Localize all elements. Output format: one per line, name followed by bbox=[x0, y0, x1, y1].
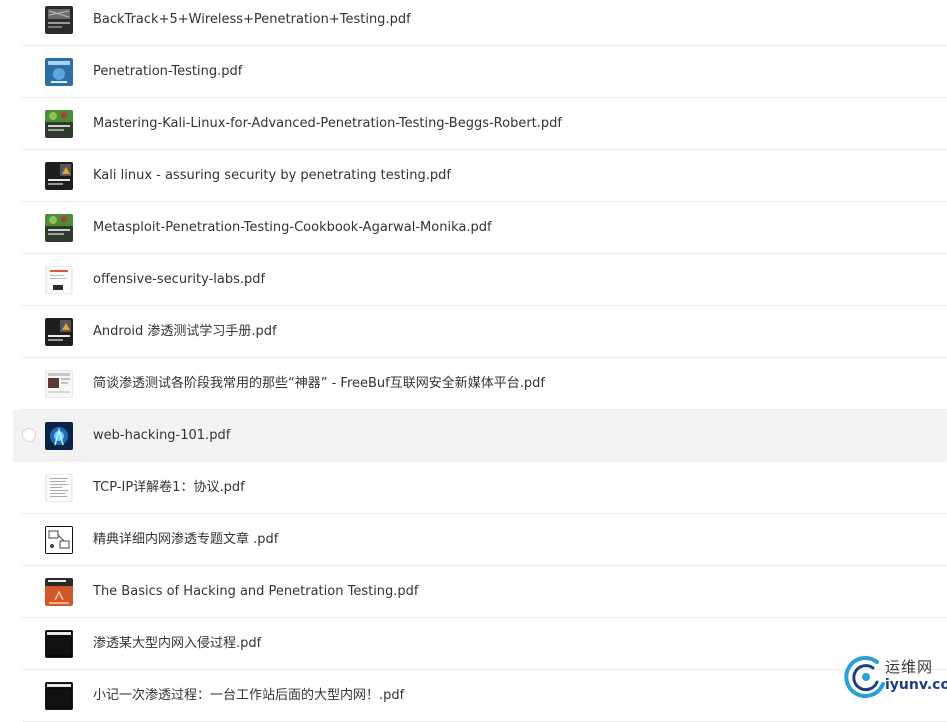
file-name[interactable]: 简谈渗透测试各阶段我常用的那些“神器” - FreeBuf互联网安全新媒体平台.… bbox=[93, 358, 545, 410]
file-row[interactable]: Mastering-Kali-Linux-for-Advanced-Penetr… bbox=[0, 98, 947, 150]
select-radio[interactable] bbox=[22, 428, 36, 442]
file-row[interactable]: 简谈渗透测试各阶段我常用的那些“神器” - FreeBuf互联网安全新媒体平台.… bbox=[0, 358, 947, 410]
file-name[interactable]: 小记一次渗透过程：一台工作站后面的大型内网！.pdf bbox=[93, 670, 404, 722]
black-screen-icon bbox=[45, 630, 73, 658]
file-name[interactable]: web-hacking-101.pdf bbox=[93, 410, 230, 462]
file-row[interactable]: The Basics of Hacking and Penetration Te… bbox=[0, 566, 947, 618]
file-row[interactable]: Android 渗透测试学习手册.pdf bbox=[0, 306, 947, 358]
file-row[interactable]: 小记一次渗透过程：一台工作站后面的大型内网！.pdf bbox=[0, 670, 947, 722]
file-row[interactable]: TCP-IP详解卷1：协议.pdf bbox=[0, 462, 947, 514]
dark-book-cover-icon bbox=[45, 318, 73, 346]
file-name[interactable]: BackTrack+5+Wireless+Penetration+Testing… bbox=[93, 0, 411, 46]
black-screen-icon bbox=[45, 682, 73, 710]
file-name[interactable]: Android 渗透测试学习手册.pdf bbox=[93, 306, 277, 358]
file-name[interactable]: The Basics of Hacking and Penetration Te… bbox=[93, 566, 419, 618]
file-name[interactable]: 渗透某大型内网入侵过程.pdf bbox=[93, 618, 261, 670]
blue-book-cover-icon bbox=[45, 58, 73, 86]
watermark-en-text: iyunv.com bbox=[885, 677, 947, 693]
file-name[interactable]: offensive-security-labs.pdf bbox=[93, 254, 265, 306]
bt5-cover-icon bbox=[45, 6, 73, 34]
file-row[interactable]: BackTrack+5+Wireless+Penetration+Testing… bbox=[0, 0, 947, 46]
file-name[interactable]: Kali linux - assuring security by penetr… bbox=[93, 150, 451, 202]
file-row[interactable]: Penetration-Testing.pdf bbox=[0, 46, 947, 98]
dark-book-cover-icon bbox=[45, 162, 73, 190]
webpage-screenshot-icon bbox=[45, 370, 73, 398]
file-row[interactable]: Kali linux - assuring security by penetr… bbox=[0, 150, 947, 202]
green-book-cover-icon bbox=[45, 110, 73, 138]
file-row[interactable]: offensive-security-labs.pdf bbox=[0, 254, 947, 306]
file-name[interactable]: TCP-IP详解卷1：协议.pdf bbox=[93, 462, 245, 514]
file-row[interactable]: web-hacking-101.pdf bbox=[13, 410, 947, 462]
document-page-icon bbox=[45, 266, 73, 294]
file-name[interactable]: Metasploit-Penetration-Testing-Cookbook-… bbox=[93, 202, 492, 254]
watermark-logo-icon bbox=[844, 656, 885, 698]
site-watermark: 运维网 iyunv.com bbox=[843, 652, 947, 702]
green-book-cover-icon bbox=[45, 214, 73, 242]
file-row[interactable]: 渗透某大型内网入侵过程.pdf bbox=[0, 618, 947, 670]
file-name[interactable]: Penetration-Testing.pdf bbox=[93, 46, 242, 98]
cyber-cover-icon bbox=[45, 422, 73, 450]
file-name[interactable]: Mastering-Kali-Linux-for-Advanced-Penetr… bbox=[93, 98, 562, 150]
file-name[interactable]: 精典详细内网渗透专题文章 .pdf bbox=[93, 514, 278, 566]
diagram-page-icon bbox=[45, 526, 73, 554]
text-page-icon bbox=[45, 474, 73, 502]
file-list: BackTrack+5+Wireless+Penetration+Testing… bbox=[0, 0, 947, 722]
file-row[interactable]: Metasploit-Penetration-Testing-Cookbook-… bbox=[0, 202, 947, 254]
file-row[interactable]: 精典详细内网渗透专题文章 .pdf bbox=[0, 514, 947, 566]
watermark-cn-text: 运维网 bbox=[885, 658, 934, 676]
orange-book-cover-icon bbox=[45, 578, 73, 606]
